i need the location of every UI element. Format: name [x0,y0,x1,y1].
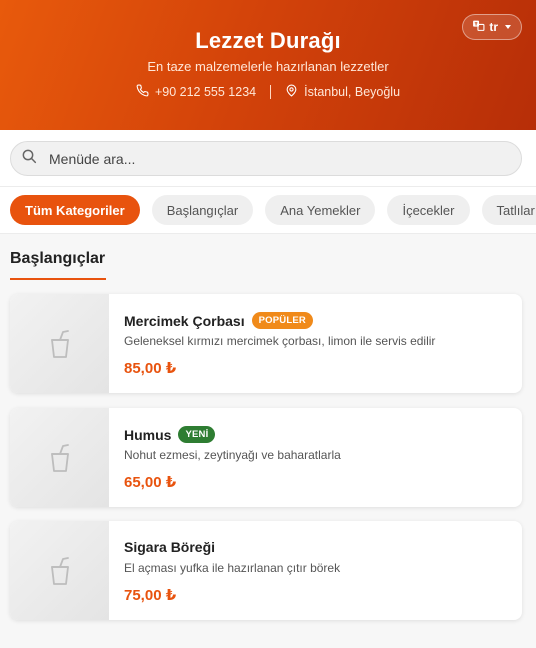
search-input[interactable] [49,150,489,167]
menu-item-card[interactable]: Humus YENİ Nohut ezmesi, zeytinyağı ve b… [10,408,522,507]
category-tab-all[interactable]: Tüm Kategoriler [10,195,140,225]
category-tab-starters[interactable]: Başlangıçlar [151,195,254,225]
language-code: tr [489,20,498,34]
popular-badge: POPÜLER [251,312,313,329]
search-bar [0,130,536,187]
cup-icon [50,443,69,472]
menu-item-card[interactable]: Sigara Böreği El açması yufka ile hazırl… [10,521,522,620]
restaurant-tagline: En taze malzemelerle hazırlanan lezzetle… [147,59,389,74]
item-price: 65,00 ₺ [124,474,177,491]
category-tabs: Tüm Kategoriler Başlangıçlar Ana Yemekle… [10,195,536,225]
item-image-placeholder [10,294,109,393]
category-tab-main-dishes[interactable]: Ana Yemekler [265,195,376,225]
search-icon [11,148,37,169]
item-image-placeholder [10,408,109,507]
cup-icon [50,556,69,585]
search-box[interactable] [10,141,522,176]
item-description: El açması yufka ile hazırlanan çıtır bör… [124,561,341,575]
section-title: Başlangıçlar [10,250,106,267]
item-description: Geleneksel kırmızı mercimek çorbası, lim… [124,334,436,348]
restaurant-name: Lezzet Durağı [195,28,341,53]
phone-number[interactable]: +90 212 555 1234 [155,85,256,99]
item-description: Nohut ezmesi, zeytinyağı ve baharatlarla [124,448,341,462]
restaurant-header: Lezzet Durağı En taze malzemelerle hazır… [0,0,536,130]
menu-item-details: Mercimek Çorbası POPÜLER Geleneksel kırm… [124,294,512,393]
language-switcher[interactable]: tr [462,14,522,40]
item-image-placeholder [10,521,109,620]
item-name: Humus [124,426,172,443]
menu-item-details: Sigara Böreği El açması yufka ile hazırl… [124,521,512,620]
menu-item-details: Humus YENİ Nohut ezmesi, zeytinyağı ve b… [124,408,512,507]
translate-icon [472,19,485,35]
section-title-underline [10,278,106,280]
category-tab-drinks[interactable]: İçecekler [387,195,470,225]
chevron-down-icon [505,25,511,29]
item-price: 85,00 ₺ [124,360,177,377]
new-badge: YENİ [178,426,216,443]
location-text: İstanbul, Beyoğlu [304,85,401,99]
location-pin-icon [285,84,298,100]
contact-divider [270,85,272,99]
item-price: 75,00 ₺ [124,587,177,604]
item-name: Sigara Böreği [124,539,216,555]
category-tab-desserts[interactable]: Tatlılar [481,195,536,225]
phone-icon [136,84,149,100]
menu-item-card[interactable]: Mercimek Çorbası POPÜLER Geleneksel kırm… [10,294,522,393]
item-name: Mercimek Çorbası [124,312,245,329]
category-bar: Tüm Kategoriler Başlangıçlar Ana Yemekle… [0,187,536,234]
cup-icon [50,329,69,358]
contact-info: +90 212 555 1234 İstanbul, Beyoğlu [0,84,536,100]
